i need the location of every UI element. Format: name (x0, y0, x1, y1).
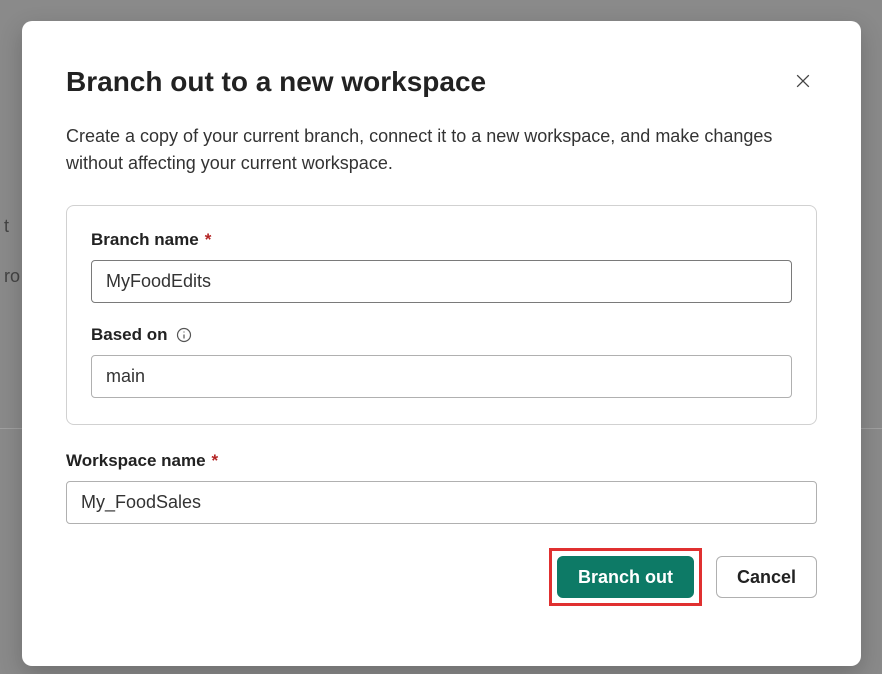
based-on-input[interactable] (91, 355, 792, 398)
required-marker: * (205, 230, 212, 250)
based-on-label: Based on (91, 325, 792, 345)
workspace-name-label: Workspace name * (66, 451, 817, 471)
branch-name-input[interactable] (91, 260, 792, 303)
cancel-button[interactable]: Cancel (716, 556, 817, 598)
primary-button-highlight: Branch out (549, 548, 702, 606)
required-marker: * (212, 451, 219, 471)
background-text-fragment: t ro (4, 210, 20, 293)
branch-name-label: Branch name * (91, 230, 792, 250)
modal-title: Branch out to a new workspace (66, 65, 486, 99)
modal-description: Create a copy of your current branch, co… (66, 123, 817, 177)
based-on-group: Based on (91, 325, 792, 398)
branch-out-modal: Branch out to a new workspace Create a c… (22, 21, 861, 666)
close-button[interactable] (789, 67, 817, 98)
close-icon (793, 79, 813, 94)
modal-header: Branch out to a new workspace (66, 65, 817, 99)
info-icon[interactable] (176, 327, 192, 343)
workspace-name-input[interactable] (66, 481, 817, 524)
branch-out-button[interactable]: Branch out (557, 556, 694, 598)
branch-name-group: Branch name * (91, 230, 792, 303)
workspace-name-group: Workspace name * (66, 451, 817, 524)
branch-form-box: Branch name * Based on (66, 205, 817, 425)
modal-button-row: Branch out Cancel (66, 548, 817, 606)
